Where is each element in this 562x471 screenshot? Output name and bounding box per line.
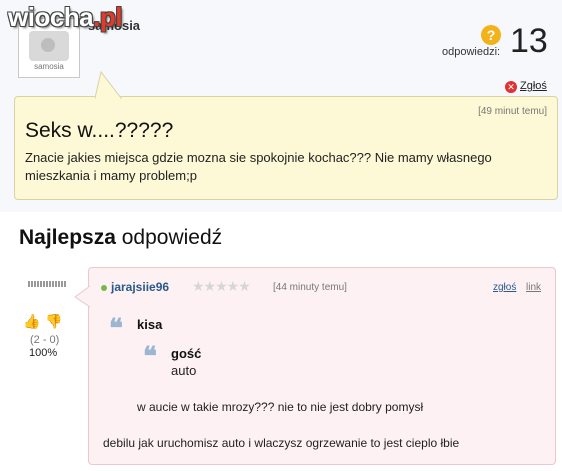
answer-text-line: debilu jak uruchomisz auto i wlaczysz og… <box>103 436 460 450</box>
rating-stars[interactable]: ★★★★★ <box>192 278 251 295</box>
thumb-up-icon[interactable]: 👍 <box>23 312 40 330</box>
quoted-user-name: kisa <box>137 317 163 332</box>
report-label: Zgłoś <box>520 80 547 92</box>
question-title: Seks w....????? <box>25 119 174 142</box>
best-answer-heading-bold: Najlepsza <box>19 226 116 249</box>
vote-percent: 100% <box>29 347 58 359</box>
thumb-down-icon[interactable]: 👎 <box>45 312 62 330</box>
quote-icon: ❝ <box>143 342 157 372</box>
report-icon: ✕ <box>505 81 517 93</box>
online-status-icon <box>101 285 107 291</box>
avatar-placeholder-icon <box>29 31 69 61</box>
question-body: Znacie jakies miejsca gdzie mozna sie sp… <box>25 150 492 183</box>
quoted-user-name-nested: gość <box>171 346 202 361</box>
avatar-caption: samosia <box>34 62 64 71</box>
answer-author-avatar[interactable] <box>28 281 66 287</box>
vote-count: (2 - 0) <box>30 334 60 346</box>
answer-bubble-tail <box>74 286 90 308</box>
answer-text-line: w aucie w takie mrozy??? nie to nie jest… <box>137 400 424 414</box>
answer-time: [44 minuty temu] <box>273 282 347 293</box>
answers-count: 13 <box>510 22 548 60</box>
quoted-text-nested: auto <box>171 363 197 378</box>
report-question-link[interactable]: ✕ Zgłoś <box>505 80 547 93</box>
wiocha-watermark-logo: wiocha.pl <box>8 2 122 33</box>
report-answer-link[interactable]: zgłoś <box>493 282 516 293</box>
vote-buttons: 👍 👎 <box>23 312 62 331</box>
watermark-suffix: .pl <box>93 2 122 32</box>
best-answer-bubble: jarajsiie96 ★★★★★ [44 minuty temu] zgłoś… <box>74 267 556 465</box>
question-bubble: [49 minut temu] Seks w....????? Znacie j… <box>14 71 558 200</box>
answer-author-name[interactable]: jarajsiie96 <box>111 280 169 294</box>
answers-label: odpowiedzi: <box>442 46 501 58</box>
best-answer-heading-rest: odpowiedź <box>115 226 223 249</box>
quote-icon: ❝ <box>109 314 123 344</box>
watermark-text: wiocha <box>8 2 94 32</box>
speech-bubble-tail <box>95 71 123 99</box>
best-answer-heading: Najlepsza odpowiedź <box>19 226 222 250</box>
answer-permalink[interactable]: link <box>526 282 541 293</box>
question-time: [49 minut temu] <box>478 106 547 117</box>
question-mark-icon: ? <box>481 25 501 45</box>
